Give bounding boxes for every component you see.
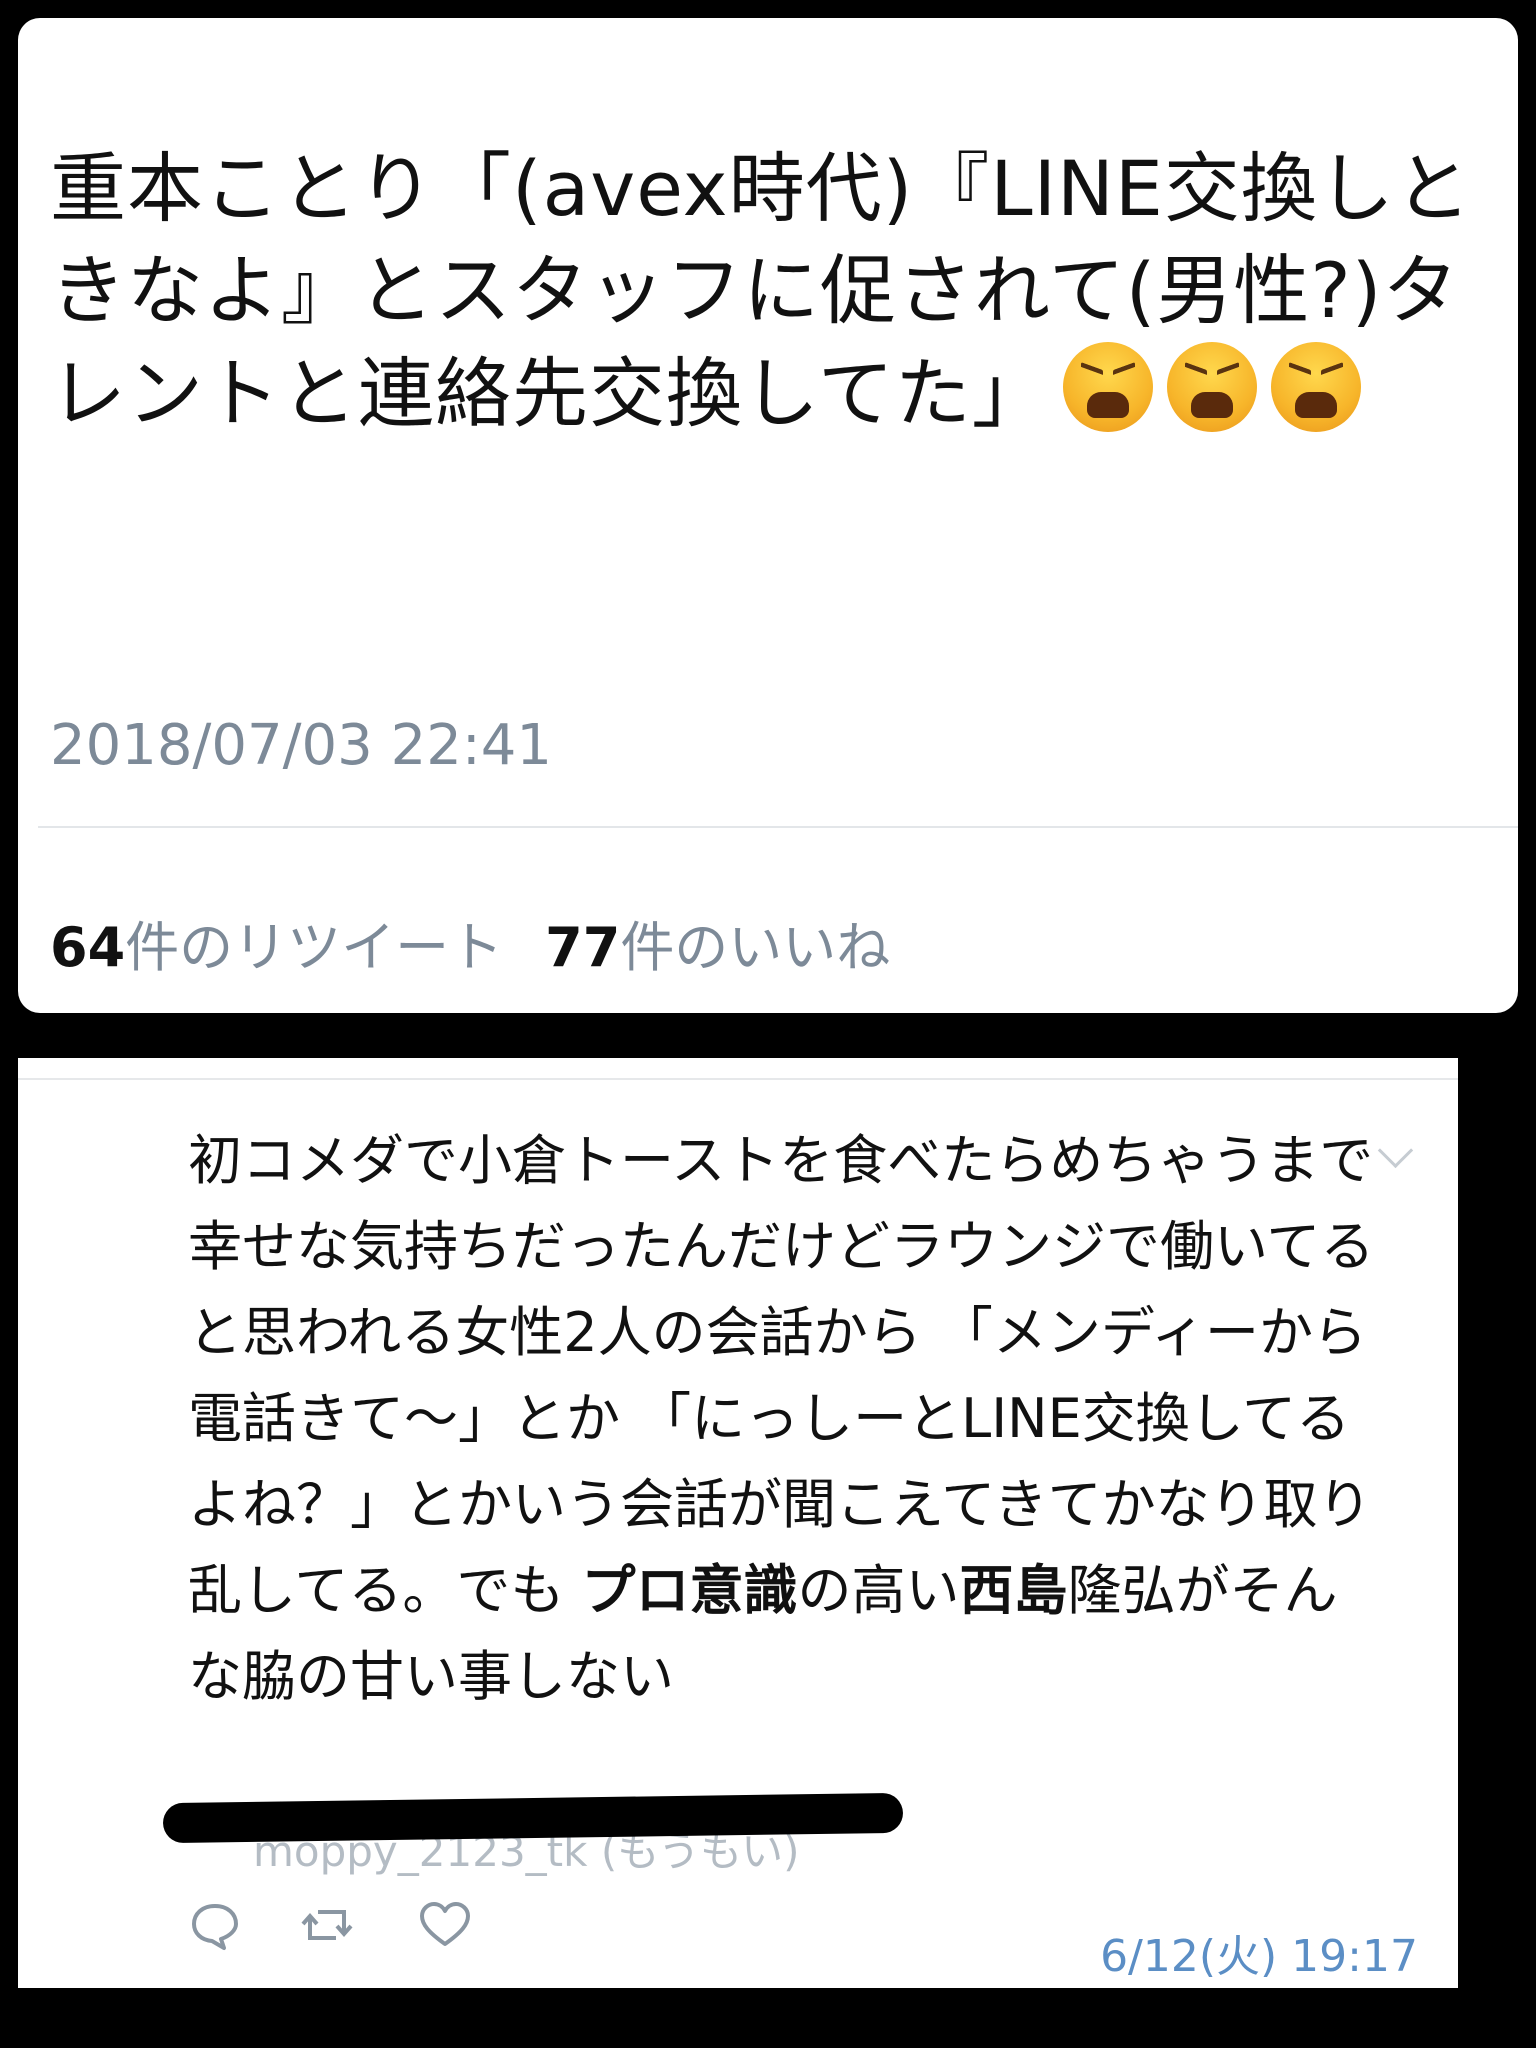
retweet-count[interactable]: 64 bbox=[50, 916, 125, 979]
reply-text-segment: 初コメダで小倉トーストを食べたらめちゃうまで幸せな気持ちだったんだけどラウンジで… bbox=[188, 1129, 1375, 1622]
reply-card: 初コメダで小倉トーストを食べたらめちゃうまで幸せな気持ちだったんだけどラウンジで… bbox=[18, 1058, 1458, 1988]
tired-face-emoji bbox=[1166, 342, 1257, 432]
retweet-icon[interactable] bbox=[300, 1898, 354, 1952]
like-count[interactable]: 77 bbox=[545, 916, 620, 979]
reply-timestamp: 6/12(火) 19:17 bbox=[1100, 1931, 1418, 1982]
tweet-text: 重本ことり「(avex時代)『LINE交換しときなよ』とスタッフに促されて(男性… bbox=[50, 138, 1510, 445]
tweet-timestamp: 2018/07/03 22:41 bbox=[50, 713, 552, 778]
like-label[interactable]: 件のいいね bbox=[620, 916, 890, 979]
divider bbox=[18, 1078, 1458, 1080]
reply-text-bold: 西島 bbox=[959, 1559, 1068, 1622]
user-handle[interactable]: moppy_2123_tk (もうもい) bbox=[162, 1792, 923, 1876]
reply-icon[interactable] bbox=[188, 1898, 242, 1952]
tweet-card: 重本ことり「(avex時代)『LINE交換しときなよ』とスタッフに促されて(男性… bbox=[18, 18, 1518, 1013]
tired-face-emoji bbox=[1270, 342, 1361, 432]
reply-text: 初コメダで小倉トーストを食べたらめちゃうまで幸せな気持ちだったんだけどラウンジで… bbox=[188, 1118, 1388, 1720]
tweet-stats: 64件のリツイート 77件のいいね bbox=[50, 903, 890, 982]
divider bbox=[38, 826, 1518, 828]
retweet-label[interactable]: 件のリツイート bbox=[125, 916, 503, 979]
tired-face-emoji bbox=[1062, 342, 1153, 432]
tweet-body: 重本ことり「(avex時代)『LINE交換しときなよ』とスタッフに促されて(男性… bbox=[50, 144, 1472, 438]
like-icon[interactable] bbox=[418, 1898, 472, 1952]
reply-text-segment: の高い bbox=[797, 1559, 960, 1622]
reply-text-bold: プロ意識 bbox=[581, 1559, 798, 1622]
